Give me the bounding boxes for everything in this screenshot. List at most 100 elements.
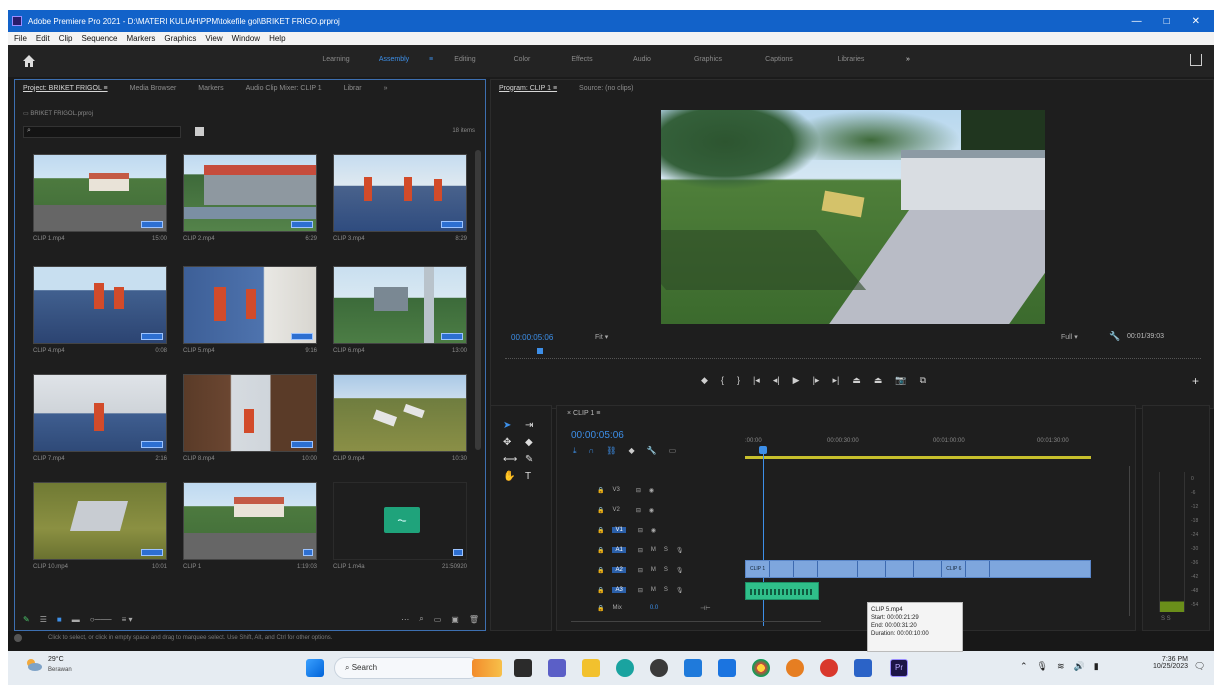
tab-source[interactable]: Source: (no clips) — [579, 85, 633, 92]
linked-selection-icon[interactable]: ⛓ — [606, 446, 616, 456]
menu-clip[interactable]: Clip — [59, 34, 73, 43]
weather-desc[interactable]: Berawan — [48, 667, 72, 673]
insert-sequence-icon[interactable]: ⤓ — [573, 446, 577, 456]
settings-gear-icon[interactable] — [650, 659, 668, 677]
export-frame-button[interactable]: 📷 — [895, 375, 906, 386]
workspace-libraries[interactable]: Libraries — [814, 56, 888, 63]
home-icon[interactable] — [22, 54, 36, 68]
menu-window[interactable]: Window — [232, 34, 260, 43]
mic-icon[interactable]: 🎙 — [676, 587, 684, 594]
v1-clip[interactable] — [794, 561, 819, 577]
edge-icon[interactable] — [616, 659, 634, 677]
mic-icon[interactable]: 🎙 — [676, 567, 684, 574]
workspace-captions[interactable]: Captions — [744, 56, 814, 63]
audio-clip-thumbnail[interactable]: ⏦ — [333, 482, 467, 560]
eye-icon[interactable]: ◉ — [651, 527, 656, 534]
extract-button[interactable]: ⏏ — [874, 375, 883, 386]
lock-icon[interactable]: 🔒 — [597, 605, 604, 612]
clip-thumbnail[interactable] — [183, 266, 317, 344]
lock-icon[interactable]: 🔒 — [597, 487, 604, 494]
timeline-timecode[interactable]: 00:00:05:06 — [571, 430, 624, 441]
step-forward-button[interactable]: |▸ — [813, 375, 820, 386]
eye-icon[interactable]: ◉ — [649, 507, 654, 514]
menu-sequence[interactable]: Sequence — [81, 34, 117, 43]
premiere-taskbar-icon[interactable]: Pr — [890, 659, 908, 677]
workspace-graphics[interactable]: Graphics — [672, 56, 744, 63]
folder-icon[interactable]: ▭ — [434, 615, 442, 624]
python-icon[interactable] — [718, 659, 736, 677]
tab-overflow[interactable]: » — [384, 85, 388, 92]
clip-thumbnail[interactable] — [33, 154, 167, 232]
add-marker-button[interactable]: ◆ — [701, 375, 708, 386]
mark-in-button[interactable]: { — [721, 375, 724, 386]
clip-thumbnail[interactable] — [183, 154, 317, 232]
workspace-menu-icon[interactable]: ≡ — [424, 56, 438, 63]
timeline-settings-icon[interactable]: 🔧 — [647, 446, 657, 456]
v1-clip[interactable] — [858, 561, 887, 577]
sync-icon[interactable]: ⊟ — [636, 487, 641, 494]
lock-icon[interactable]: 🔒 — [597, 587, 604, 594]
workspace-audio[interactable]: Audio — [612, 56, 672, 63]
lift-button[interactable]: ⏏ — [852, 375, 861, 386]
weather-temp[interactable]: 29°C — [48, 656, 64, 663]
video-preview[interactable] — [661, 110, 1045, 324]
lock-icon[interactable]: 🔒 — [597, 567, 604, 574]
pen-tool-icon[interactable]: ✎ — [525, 454, 541, 465]
lock-icon[interactable]: 🔒 — [597, 527, 604, 534]
type-tool-icon[interactable]: T — [525, 471, 541, 482]
project-search-input[interactable]: ⌕ — [23, 126, 181, 138]
hand-tool-icon[interactable]: ✋ — [503, 471, 519, 482]
workspace-overflow-button[interactable]: » — [888, 56, 928, 63]
v1-clip[interactable]: CLIP 6 — [942, 561, 967, 577]
playhead-marker[interactable] — [537, 348, 543, 354]
sync-icon[interactable]: ⊟ — [638, 547, 643, 554]
file-explorer-icon[interactable] — [582, 659, 600, 677]
clip-thumbnail[interactable] — [33, 374, 167, 452]
sync-icon[interactable]: ⊟ — [638, 587, 643, 594]
tab-audio-clip-mixer[interactable]: Audio Clip Mixer: CLIP 1 — [246, 85, 322, 92]
clip-thumbnail[interactable] — [33, 482, 167, 560]
meter-solo-buttons[interactable]: S S — [1161, 616, 1171, 622]
pencil-icon[interactable]: ✎ — [23, 615, 30, 624]
clip-thumbnail[interactable] — [183, 374, 317, 452]
add-button[interactable]: + — [1192, 374, 1199, 388]
v1-clip[interactable] — [966, 561, 991, 577]
sync-icon[interactable]: ⊟ — [638, 527, 643, 534]
menu-view[interactable]: View — [205, 34, 222, 43]
workspace-editing[interactable]: Editing — [438, 56, 492, 63]
captions-icon[interactable]: ▭ — [669, 446, 677, 456]
eye-icon[interactable]: ◉ — [649, 487, 654, 494]
lock-icon[interactable]: 🔒 — [597, 507, 604, 514]
v1-clip[interactable] — [770, 561, 795, 577]
zoom-slider[interactable]: ○─── — [90, 615, 112, 624]
tab-libraries[interactable]: Librar — [344, 85, 362, 92]
clip-thumbnail[interactable] — [333, 266, 467, 344]
clip-thumbnail[interactable] — [333, 154, 467, 232]
minimize-button[interactable]: — — [1132, 16, 1142, 27]
list-view-icon[interactable]: ☰ — [40, 615, 47, 624]
sync-icon[interactable]: ⊟ — [636, 507, 641, 514]
icon-view-icon[interactable]: ■ — [57, 615, 62, 624]
automate-icon[interactable]: ⋯ — [401, 615, 409, 624]
v1-clip[interactable] — [818, 561, 859, 577]
go-to-in-button[interactable]: |◂ — [753, 375, 760, 386]
workspace-color[interactable]: Color — [492, 56, 552, 63]
clip-thumbnail[interactable] — [183, 482, 317, 560]
trash-icon[interactable]: 🗑 — [469, 615, 479, 624]
timeline-vertical-scrollbar[interactable] — [1129, 466, 1135, 616]
track-select-tool-icon[interactable]: ⇥ — [525, 420, 541, 431]
mic-tray-icon[interactable]: 🎙 — [1037, 661, 1048, 672]
fit-dropdown[interactable]: Fit ▾ — [595, 333, 608, 341]
timeline-horizontal-scrollbar[interactable] — [571, 618, 821, 622]
battery-icon[interactable]: ▮ — [1094, 661, 1099, 672]
v1-clip[interactable] — [914, 561, 943, 577]
wrench-icon[interactable]: 🔧 — [1109, 331, 1120, 342]
go-to-out-button[interactable]: ▸| — [832, 375, 839, 386]
mix-value[interactable]: 0.0 — [650, 605, 658, 611]
wifi-icon[interactable]: ≋ — [1057, 661, 1065, 672]
notes-app-icon[interactable] — [854, 659, 872, 677]
workspace-assembly[interactable]: Assembly — [364, 56, 424, 63]
menu-file[interactable]: File — [14, 34, 27, 43]
task-view-icon[interactable] — [514, 659, 532, 677]
playhead-handle[interactable] — [759, 446, 767, 454]
